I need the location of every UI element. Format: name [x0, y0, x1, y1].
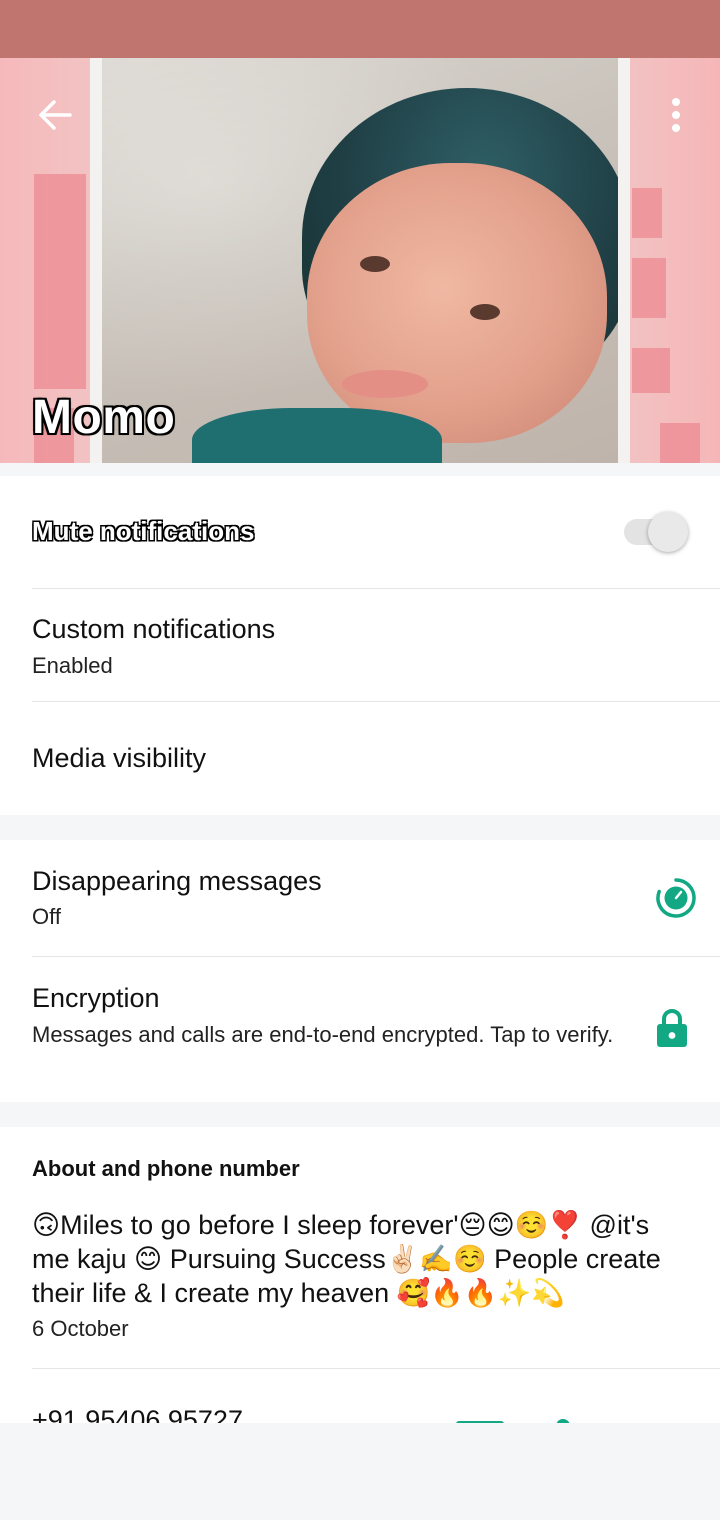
decor-block [632, 348, 670, 393]
encryption-label: Encryption [32, 983, 160, 1013]
custom-notifications-label: Custom notifications [32, 614, 276, 644]
mute-notifications-label: Mute notifications [32, 516, 255, 546]
media-visibility-label: Media visibility [32, 743, 207, 773]
disappearing-messages-value: Off [32, 904, 61, 929]
more-vert-icon [672, 98, 680, 132]
about-heading: About and phone number [32, 1156, 300, 1181]
arrow-back-icon [39, 100, 72, 130]
bottom-area [0, 1423, 720, 1520]
encryption-row[interactable]: Encryption Messages and calls are end-to… [0, 957, 720, 1102]
timer-icon [656, 878, 696, 918]
media-visibility-row[interactable]: Media visibility [0, 702, 720, 815]
more-options-button[interactable] [656, 90, 696, 140]
decor-block [34, 174, 86, 389]
encryption-description: Messages and calls are end-to-end encryp… [32, 1022, 614, 1047]
disappearing-messages-row[interactable]: Disappearing messages Off [0, 840, 720, 956]
contact-name: Momo [32, 391, 176, 444]
about-date: 6 October [32, 1316, 129, 1341]
profile-photo[interactable] [102, 58, 618, 463]
status-bar [0, 0, 720, 58]
decor-block [632, 258, 666, 318]
custom-notifications-value: Enabled [32, 653, 113, 678]
phone-number: +91 95406 95727 [32, 1405, 243, 1423]
disappearing-messages-label: Disappearing messages [32, 866, 322, 896]
back-button[interactable] [28, 92, 82, 138]
decor-block [660, 423, 700, 463]
custom-notifications-row[interactable]: Custom notifications Enabled [0, 589, 720, 702]
mute-notifications-row[interactable]: Mute notifications [0, 476, 720, 589]
mute-toggle[interactable] [624, 511, 688, 553]
photo-frame-right [618, 58, 630, 463]
photo-face [307, 163, 607, 443]
about-text[interactable]: 🙃Miles to go before I sleep forever'😔😊☺️… [32, 1208, 692, 1310]
phone-number-row[interactable]: +91 95406 95727 [0, 1369, 720, 1423]
decor-block [632, 188, 662, 238]
lock-icon [657, 1009, 687, 1047]
